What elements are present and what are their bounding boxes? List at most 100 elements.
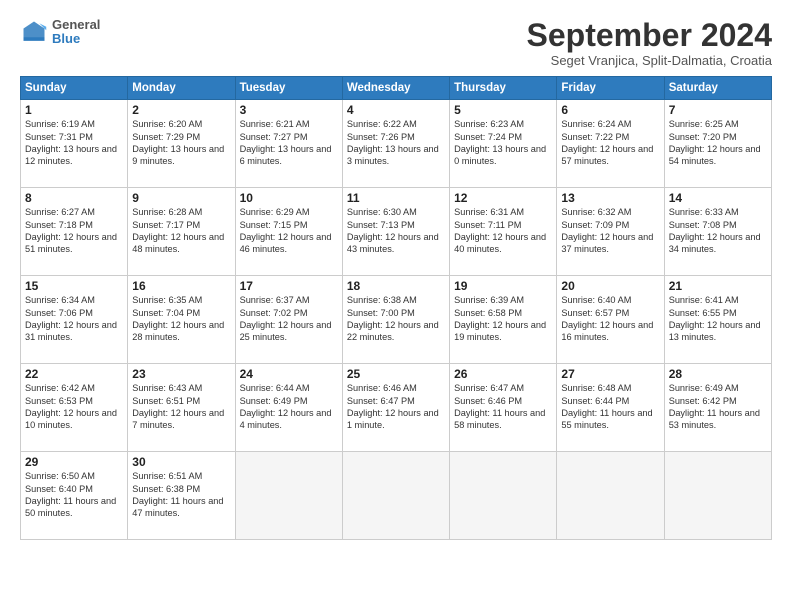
logo: General Blue	[20, 18, 100, 47]
location: Seget Vranjica, Split-Dalmatia, Croatia	[527, 53, 772, 68]
col-saturday: Saturday	[664, 77, 771, 100]
table-row: 17Sunrise: 6:37 AM Sunset: 7:02 PM Dayli…	[235, 276, 342, 364]
calendar: Sunday Monday Tuesday Wednesday Thursday…	[20, 76, 772, 540]
logo-icon	[20, 18, 48, 46]
day-info: Sunrise: 6:42 AM Sunset: 6:53 PM Dayligh…	[25, 382, 123, 432]
calendar-week-row: 15Sunrise: 6:34 AM Sunset: 7:06 PM Dayli…	[21, 276, 772, 364]
table-row: 12Sunrise: 6:31 AM Sunset: 7:11 PM Dayli…	[450, 188, 557, 276]
day-number: 6	[561, 103, 659, 117]
day-info: Sunrise: 6:20 AM Sunset: 7:29 PM Dayligh…	[132, 118, 230, 168]
table-row: 22Sunrise: 6:42 AM Sunset: 6:53 PM Dayli…	[21, 364, 128, 452]
day-number: 14	[669, 191, 767, 205]
day-info: Sunrise: 6:28 AM Sunset: 7:17 PM Dayligh…	[132, 206, 230, 256]
col-monday: Monday	[128, 77, 235, 100]
table-row: 14Sunrise: 6:33 AM Sunset: 7:08 PM Dayli…	[664, 188, 771, 276]
table-row: 2Sunrise: 6:20 AM Sunset: 7:29 PM Daylig…	[128, 100, 235, 188]
table-row	[342, 452, 449, 540]
table-row: 13Sunrise: 6:32 AM Sunset: 7:09 PM Dayli…	[557, 188, 664, 276]
day-number: 5	[454, 103, 552, 117]
day-info: Sunrise: 6:44 AM Sunset: 6:49 PM Dayligh…	[240, 382, 338, 432]
calendar-week-row: 22Sunrise: 6:42 AM Sunset: 6:53 PM Dayli…	[21, 364, 772, 452]
day-number: 3	[240, 103, 338, 117]
day-info: Sunrise: 6:21 AM Sunset: 7:27 PM Dayligh…	[240, 118, 338, 168]
day-number: 22	[25, 367, 123, 381]
day-info: Sunrise: 6:50 AM Sunset: 6:40 PM Dayligh…	[25, 470, 123, 520]
table-row: 20Sunrise: 6:40 AM Sunset: 6:57 PM Dayli…	[557, 276, 664, 364]
day-number: 18	[347, 279, 445, 293]
table-row	[664, 452, 771, 540]
table-row: 19Sunrise: 6:39 AM Sunset: 6:58 PM Dayli…	[450, 276, 557, 364]
day-number: 24	[240, 367, 338, 381]
table-row: 7Sunrise: 6:25 AM Sunset: 7:20 PM Daylig…	[664, 100, 771, 188]
day-number: 10	[240, 191, 338, 205]
title-block: September 2024 Seget Vranjica, Split-Dal…	[527, 18, 772, 68]
day-number: 12	[454, 191, 552, 205]
day-info: Sunrise: 6:51 AM Sunset: 6:38 PM Dayligh…	[132, 470, 230, 520]
month-title: September 2024	[527, 18, 772, 53]
day-info: Sunrise: 6:41 AM Sunset: 6:55 PM Dayligh…	[669, 294, 767, 344]
day-info: Sunrise: 6:33 AM Sunset: 7:08 PM Dayligh…	[669, 206, 767, 256]
weekday-header-row: Sunday Monday Tuesday Wednesday Thursday…	[21, 77, 772, 100]
table-row	[450, 452, 557, 540]
table-row: 29Sunrise: 6:50 AM Sunset: 6:40 PM Dayli…	[21, 452, 128, 540]
day-info: Sunrise: 6:31 AM Sunset: 7:11 PM Dayligh…	[454, 206, 552, 256]
day-info: Sunrise: 6:38 AM Sunset: 7:00 PM Dayligh…	[347, 294, 445, 344]
table-row: 6Sunrise: 6:24 AM Sunset: 7:22 PM Daylig…	[557, 100, 664, 188]
day-number: 20	[561, 279, 659, 293]
day-info: Sunrise: 6:47 AM Sunset: 6:46 PM Dayligh…	[454, 382, 552, 432]
header: General Blue September 2024 Seget Vranji…	[20, 18, 772, 68]
logo-line1: General	[52, 18, 100, 32]
table-row: 28Sunrise: 6:49 AM Sunset: 6:42 PM Dayli…	[664, 364, 771, 452]
day-number: 28	[669, 367, 767, 381]
day-number: 1	[25, 103, 123, 117]
day-number: 16	[132, 279, 230, 293]
day-info: Sunrise: 6:34 AM Sunset: 7:06 PM Dayligh…	[25, 294, 123, 344]
day-info: Sunrise: 6:27 AM Sunset: 7:18 PM Dayligh…	[25, 206, 123, 256]
calendar-week-row: 29Sunrise: 6:50 AM Sunset: 6:40 PM Dayli…	[21, 452, 772, 540]
table-row	[557, 452, 664, 540]
day-number: 2	[132, 103, 230, 117]
col-tuesday: Tuesday	[235, 77, 342, 100]
day-info: Sunrise: 6:19 AM Sunset: 7:31 PM Dayligh…	[25, 118, 123, 168]
day-number: 11	[347, 191, 445, 205]
day-number: 30	[132, 455, 230, 469]
day-number: 29	[25, 455, 123, 469]
day-number: 23	[132, 367, 230, 381]
table-row: 24Sunrise: 6:44 AM Sunset: 6:49 PM Dayli…	[235, 364, 342, 452]
col-sunday: Sunday	[21, 77, 128, 100]
table-row: 5Sunrise: 6:23 AM Sunset: 7:24 PM Daylig…	[450, 100, 557, 188]
logo-text: General Blue	[52, 18, 100, 47]
table-row: 23Sunrise: 6:43 AM Sunset: 6:51 PM Dayli…	[128, 364, 235, 452]
page: General Blue September 2024 Seget Vranji…	[0, 0, 792, 612]
day-number: 13	[561, 191, 659, 205]
day-info: Sunrise: 6:35 AM Sunset: 7:04 PM Dayligh…	[132, 294, 230, 344]
table-row: 8Sunrise: 6:27 AM Sunset: 7:18 PM Daylig…	[21, 188, 128, 276]
table-row: 11Sunrise: 6:30 AM Sunset: 7:13 PM Dayli…	[342, 188, 449, 276]
day-info: Sunrise: 6:43 AM Sunset: 6:51 PM Dayligh…	[132, 382, 230, 432]
day-number: 8	[25, 191, 123, 205]
table-row: 25Sunrise: 6:46 AM Sunset: 6:47 PM Dayli…	[342, 364, 449, 452]
day-number: 15	[25, 279, 123, 293]
day-number: 27	[561, 367, 659, 381]
day-info: Sunrise: 6:32 AM Sunset: 7:09 PM Dayligh…	[561, 206, 659, 256]
table-row: 30Sunrise: 6:51 AM Sunset: 6:38 PM Dayli…	[128, 452, 235, 540]
day-info: Sunrise: 6:29 AM Sunset: 7:15 PM Dayligh…	[240, 206, 338, 256]
day-info: Sunrise: 6:22 AM Sunset: 7:26 PM Dayligh…	[347, 118, 445, 168]
day-info: Sunrise: 6:49 AM Sunset: 6:42 PM Dayligh…	[669, 382, 767, 432]
table-row: 1Sunrise: 6:19 AM Sunset: 7:31 PM Daylig…	[21, 100, 128, 188]
day-number: 7	[669, 103, 767, 117]
table-row: 3Sunrise: 6:21 AM Sunset: 7:27 PM Daylig…	[235, 100, 342, 188]
day-number: 21	[669, 279, 767, 293]
day-info: Sunrise: 6:23 AM Sunset: 7:24 PM Dayligh…	[454, 118, 552, 168]
table-row: 15Sunrise: 6:34 AM Sunset: 7:06 PM Dayli…	[21, 276, 128, 364]
day-info: Sunrise: 6:37 AM Sunset: 7:02 PM Dayligh…	[240, 294, 338, 344]
day-info: Sunrise: 6:25 AM Sunset: 7:20 PM Dayligh…	[669, 118, 767, 168]
table-row: 27Sunrise: 6:48 AM Sunset: 6:44 PM Dayli…	[557, 364, 664, 452]
table-row: 26Sunrise: 6:47 AM Sunset: 6:46 PM Dayli…	[450, 364, 557, 452]
table-row: 9Sunrise: 6:28 AM Sunset: 7:17 PM Daylig…	[128, 188, 235, 276]
day-number: 9	[132, 191, 230, 205]
table-row: 21Sunrise: 6:41 AM Sunset: 6:55 PM Dayli…	[664, 276, 771, 364]
day-number: 17	[240, 279, 338, 293]
table-row: 4Sunrise: 6:22 AM Sunset: 7:26 PM Daylig…	[342, 100, 449, 188]
day-info: Sunrise: 6:40 AM Sunset: 6:57 PM Dayligh…	[561, 294, 659, 344]
